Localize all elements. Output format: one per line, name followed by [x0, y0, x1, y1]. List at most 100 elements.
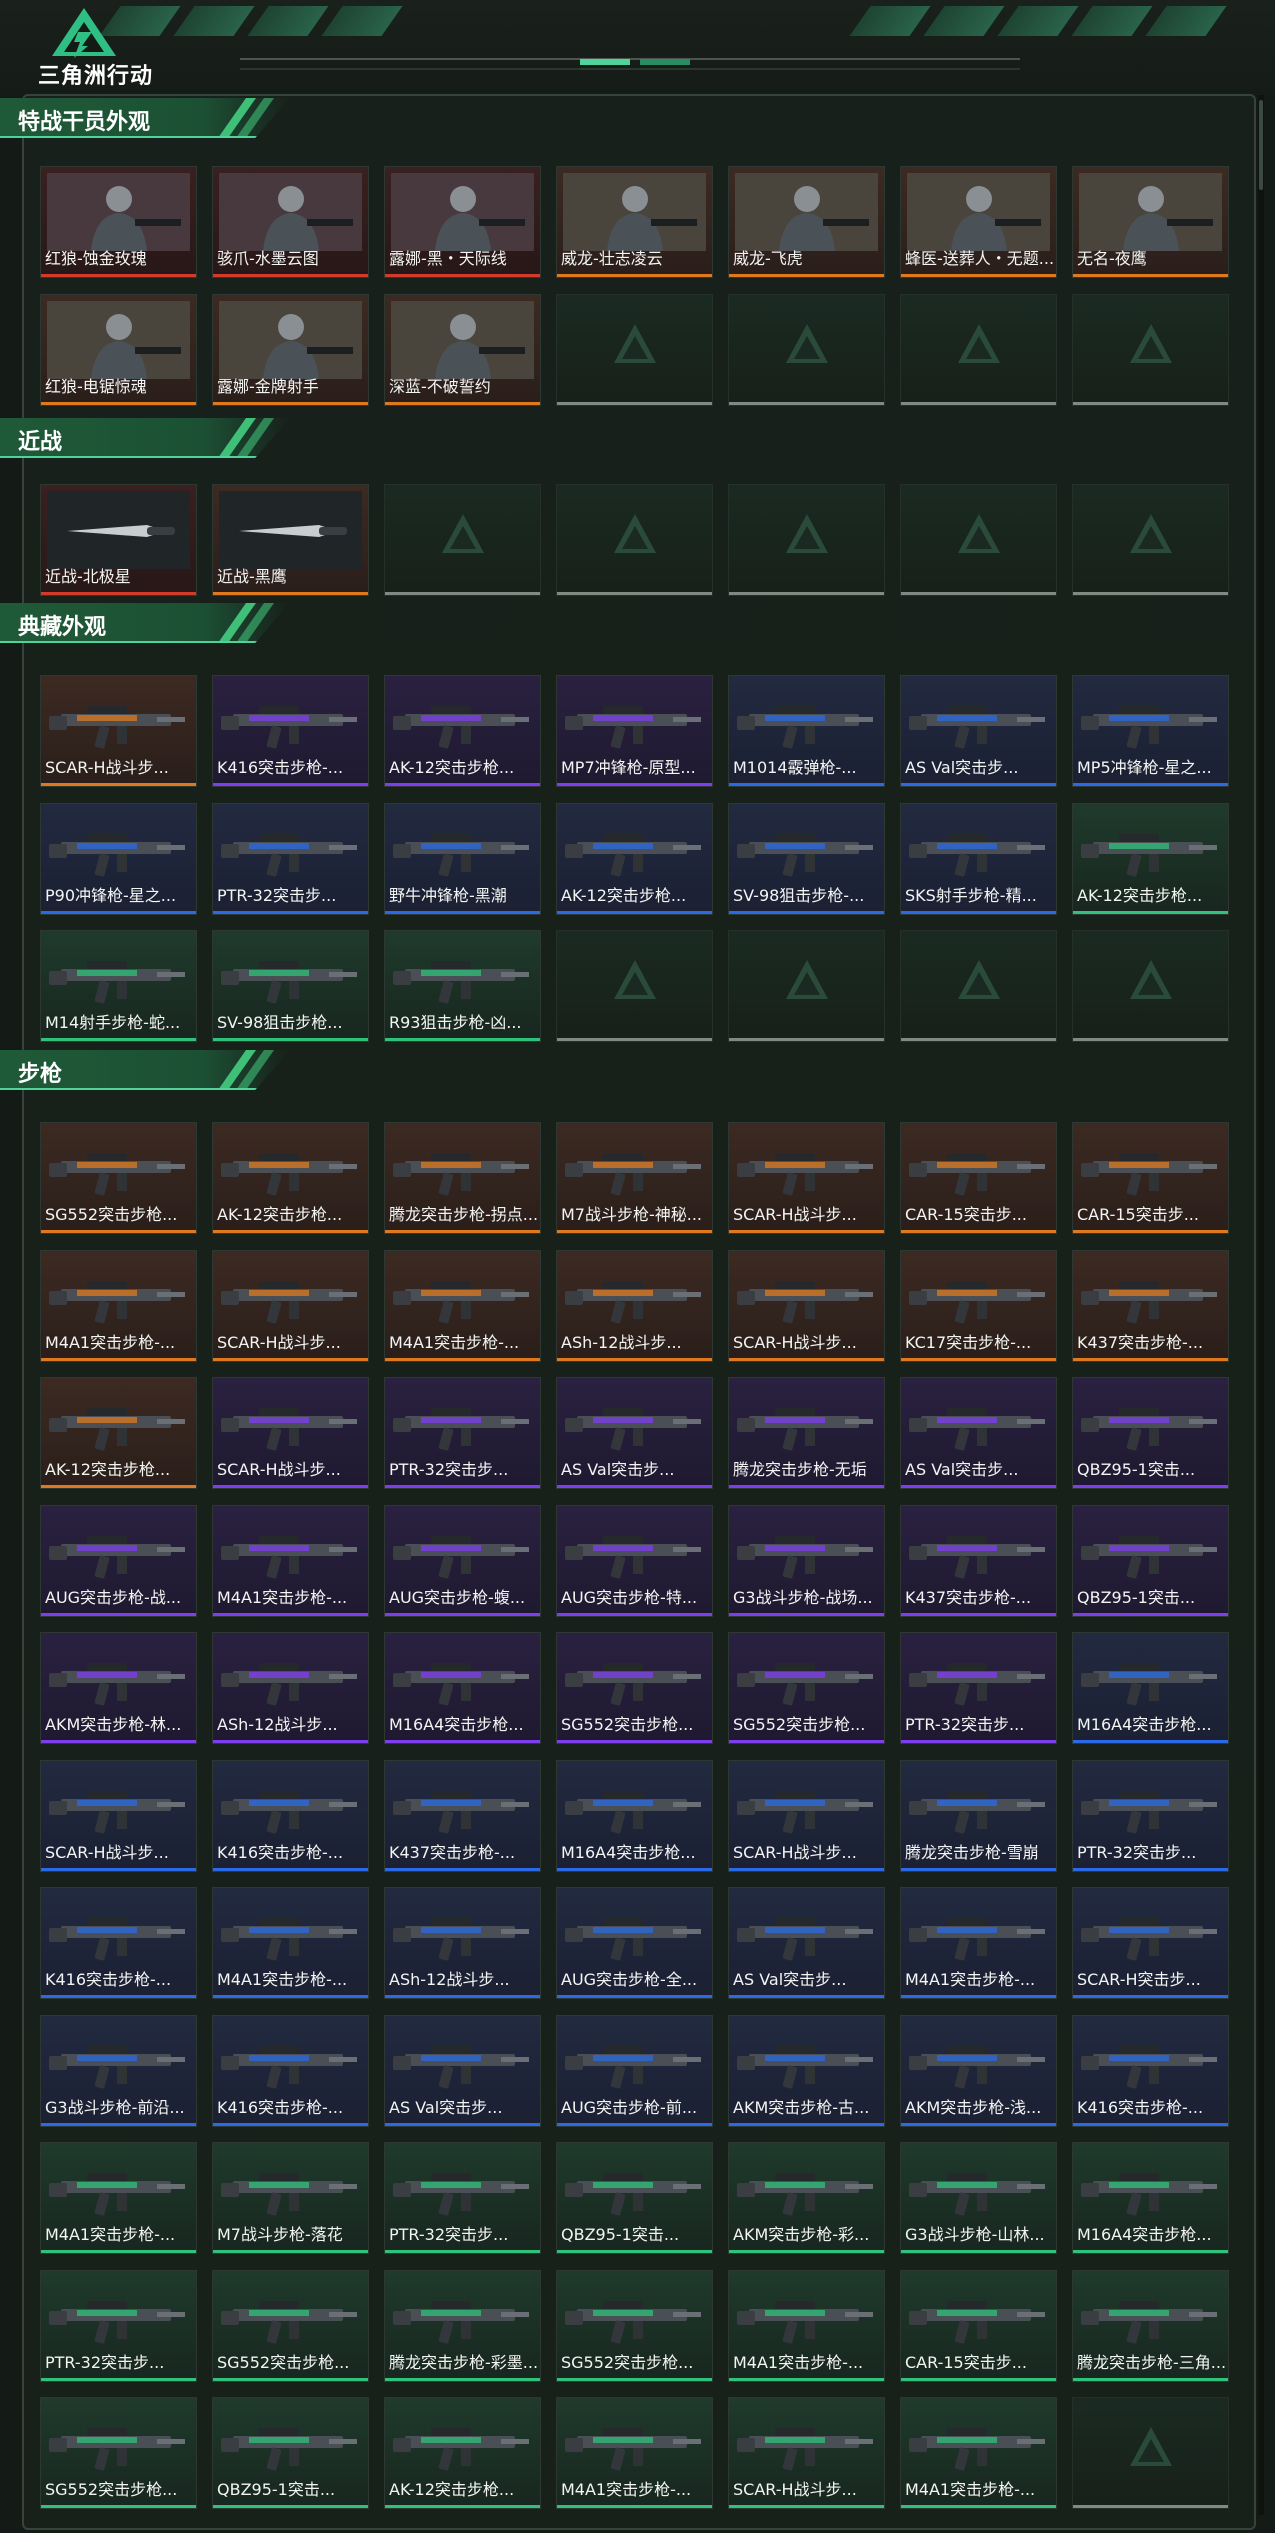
item-tile[interactable]: 腾龙突击步枪-三角... [1072, 2270, 1229, 2382]
item-tile[interactable]: MP5冲锋枪-星之... [1072, 675, 1229, 787]
item-tile[interactable]: K416突击步枪-... [212, 2015, 369, 2127]
item-tile[interactable]: K437突击步枪-... [900, 1505, 1057, 1617]
item-tile[interactable]: AUG突击步枪-特... [556, 1505, 713, 1617]
item-tile[interactable]: SKS射手步枪-精... [900, 803, 1057, 915]
item-tile[interactable]: R93狙击步枪-凶... [384, 930, 541, 1042]
item-tile[interactable]: ASh-12战斗步... [556, 1250, 713, 1362]
item-tile[interactable]: ASh-12战斗步... [212, 1632, 369, 1744]
item-tile[interactable]: SG552突击步枪... [556, 2270, 713, 2382]
item-tile[interactable]: M4A1突击步枪-... [728, 2270, 885, 2382]
item-tile[interactable]: AK-12突击步枪... [384, 2397, 541, 2509]
item-tile[interactable]: G3战斗步枪-山林... [900, 2142, 1057, 2254]
item-tile[interactable]: AKM突击步枪-彩... [728, 2142, 885, 2254]
item-tile[interactable]: 红狼-蚀金玫瑰 [40, 166, 197, 278]
item-tile[interactable]: 蜂医-送葬人・无题... [900, 166, 1057, 278]
item-tile[interactable]: K416突击步枪-... [40, 1887, 197, 1999]
item-tile[interactable]: KC17突击步枪-... [900, 1250, 1057, 1362]
item-tile[interactable]: QBZ95-1突击... [1072, 1377, 1229, 1489]
item-tile[interactable]: M14射手步枪-蛇... [40, 930, 197, 1042]
item-tile[interactable]: SCAR-H战斗步... [212, 1377, 369, 1489]
item-tile[interactable]: AK-12突击步枪... [1072, 803, 1229, 915]
item-tile[interactable]: M4A1突击步枪-... [556, 2397, 713, 2509]
item-tile[interactable]: 近战-北极星 [40, 484, 197, 596]
item-tile[interactable]: AS Val突击步... [900, 675, 1057, 787]
item-tile[interactable]: 野牛冲锋枪-黑潮 [384, 803, 541, 915]
item-tile[interactable]: AKM突击步枪-浅... [900, 2015, 1057, 2127]
item-tile[interactable]: SCAR-H战斗步... [40, 1760, 197, 1872]
item-tile[interactable]: CAR-15突击步... [900, 2270, 1057, 2382]
item-tile[interactable]: AKM突击步枪-林... [40, 1632, 197, 1744]
item-tile[interactable]: AK-12突击步枪... [40, 1377, 197, 1489]
item-tile[interactable]: PTR-32突击步... [1072, 1760, 1229, 1872]
item-tile[interactable]: MP7冲锋枪-原型... [556, 675, 713, 787]
item-tile[interactable]: K416突击步枪-... [1072, 2015, 1229, 2127]
item-tile[interactable]: M7战斗步枪-落花 [212, 2142, 369, 2254]
item-tile[interactable]: AS Val突击步... [900, 1377, 1057, 1489]
item-tile[interactable]: AK-12突击步枪... [212, 1122, 369, 1234]
item-tile[interactable]: SCAR-H战斗步... [212, 1250, 369, 1362]
item-tile[interactable]: SCAR-H战斗步... [728, 1250, 885, 1362]
item-tile[interactable]: 腾龙突击步枪-彩墨... [384, 2270, 541, 2382]
item-tile[interactable]: SG552突击步枪... [40, 1122, 197, 1234]
item-tile[interactable]: M16A4突击步枪... [556, 1760, 713, 1872]
item-tile[interactable]: M4A1突击步枪-... [40, 1250, 197, 1362]
item-tile[interactable]: K416突击步枪-... [212, 675, 369, 787]
item-tile[interactable]: 近战-黑鹰 [212, 484, 369, 596]
item-tile[interactable]: M4A1突击步枪-... [40, 2142, 197, 2254]
item-tile[interactable]: SV-98狙击步枪-... [728, 803, 885, 915]
item-tile[interactable]: M4A1突击步枪-... [212, 1505, 369, 1617]
item-tile[interactable]: M1014霰弹枪-... [728, 675, 885, 787]
item-tile[interactable]: 红狼-电锯惊魂 [40, 294, 197, 406]
item-tile[interactable]: QBZ95-1突击... [1072, 1505, 1229, 1617]
item-tile[interactable]: PTR-32突击步... [212, 803, 369, 915]
item-tile[interactable]: G3战斗步枪-前沿... [40, 2015, 197, 2127]
item-tile[interactable]: M4A1突击步枪-... [900, 2397, 1057, 2509]
item-tile[interactable]: SG552突击步枪... [728, 1632, 885, 1744]
item-tile[interactable]: M4A1突击步枪-... [212, 1887, 369, 1999]
item-tile[interactable]: K416突击步枪-... [212, 1760, 369, 1872]
item-tile[interactable]: PTR-32突击步... [384, 2142, 541, 2254]
item-tile[interactable]: AUG突击步枪-前... [556, 2015, 713, 2127]
item-tile[interactable]: M16A4突击步枪... [384, 1632, 541, 1744]
item-tile[interactable]: SG552突击步枪... [212, 2270, 369, 2382]
item-tile[interactable]: 威龙-壮志凌云 [556, 166, 713, 278]
item-tile[interactable]: SCAR-H战斗步... [40, 675, 197, 787]
item-tile[interactable]: SCAR-H突击步... [1072, 1887, 1229, 1999]
item-tile[interactable]: G3战斗步枪-战场... [728, 1505, 885, 1617]
item-tile[interactable]: M4A1突击步枪-... [384, 1250, 541, 1362]
item-tile[interactable]: K437突击步枪-... [1072, 1250, 1229, 1362]
item-tile[interactable]: AKM突击步枪-古... [728, 2015, 885, 2127]
item-tile[interactable]: 露娜-金牌射手 [212, 294, 369, 406]
item-tile[interactable]: QBZ95-1突击... [556, 2142, 713, 2254]
item-tile[interactable]: CAR-15突击步... [900, 1122, 1057, 1234]
item-tile[interactable]: M7战斗步枪-神秘... [556, 1122, 713, 1234]
item-tile[interactable]: 露娜-黑・天际线 [384, 166, 541, 278]
item-tile[interactable]: SCAR-H战斗步... [728, 1122, 885, 1234]
item-tile[interactable]: AUG突击步枪-蝮... [384, 1505, 541, 1617]
item-tile[interactable]: 腾龙突击步枪-雪崩 [900, 1760, 1057, 1872]
item-tile[interactable]: K437突击步枪-... [384, 1760, 541, 1872]
item-tile[interactable]: 腾龙突击步枪-拐点... [384, 1122, 541, 1234]
scrollbar-thumb[interactable] [1259, 100, 1263, 190]
item-tile[interactable]: ASh-12战斗步... [384, 1887, 541, 1999]
item-tile[interactable]: P90冲锋枪-星之... [40, 803, 197, 915]
item-tile[interactable]: 骇爪-水墨云图 [212, 166, 369, 278]
item-tile[interactable]: 腾龙突击步枪-无垢 [728, 1377, 885, 1489]
item-tile[interactable]: SG552突击步枪... [556, 1632, 713, 1744]
item-tile[interactable]: M16A4突击步枪... [1072, 2142, 1229, 2254]
item-tile[interactable]: QBZ95-1突击... [212, 2397, 369, 2509]
item-tile[interactable]: AS Val突击步... [728, 1887, 885, 1999]
item-tile[interactable]: AK-12突击步枪... [556, 803, 713, 915]
item-tile[interactable]: M4A1突击步枪-... [900, 1887, 1057, 1999]
item-tile[interactable]: 深蓝-不破誓约 [384, 294, 541, 406]
item-tile[interactable]: AUG突击步枪-全... [556, 1887, 713, 1999]
item-tile[interactable]: SV-98狙击步枪... [212, 930, 369, 1042]
scrollbar-track[interactable] [1258, 95, 1264, 2515]
item-tile[interactable]: 无名-夜鹰 [1072, 166, 1229, 278]
item-tile[interactable]: AK-12突击步枪... [384, 675, 541, 787]
item-tile[interactable]: M16A4突击步枪... [1072, 1632, 1229, 1744]
item-tile[interactable]: PTR-32突击步... [384, 1377, 541, 1489]
item-tile[interactable]: PTR-32突击步... [40, 2270, 197, 2382]
item-tile[interactable]: CAR-15突击步... [1072, 1122, 1229, 1234]
item-tile[interactable]: 威龙-飞虎 [728, 166, 885, 278]
